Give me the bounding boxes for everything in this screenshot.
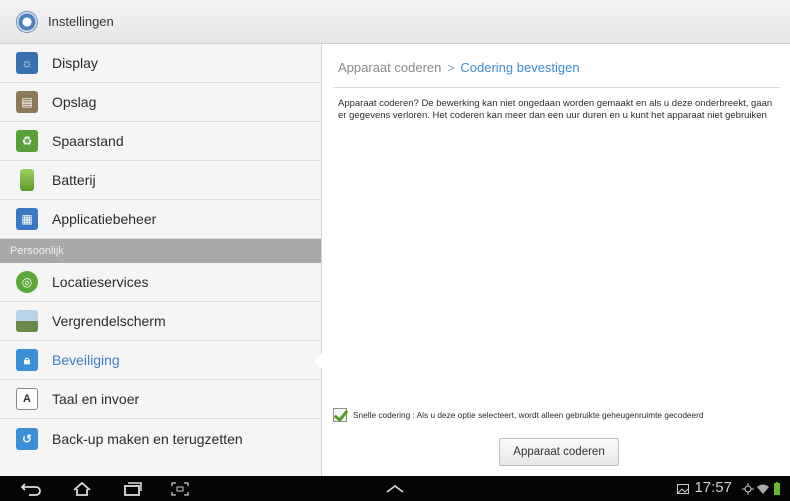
- app-title: Instellingen: [48, 14, 114, 29]
- security-icon: 🔒︎: [16, 349, 38, 371]
- settings-menu: ☼ Display ▤ Opslag ♻ Spaarstand Batterij…: [0, 44, 322, 476]
- back-icon[interactable]: [20, 480, 44, 497]
- battery-icon: [20, 169, 34, 191]
- action-bar: Instellingen: [0, 0, 790, 44]
- clock: 17:57: [694, 479, 732, 496]
- breadcrumb-current: Codering bevestigen: [460, 60, 580, 75]
- selection-pointer: [314, 353, 322, 369]
- language-icon: A: [16, 388, 38, 410]
- usb-icon: [742, 480, 754, 497]
- display-icon: ☼: [16, 52, 38, 74]
- menu-item-backup[interactable]: ↺ Back-up maken en terugzetten: [0, 419, 321, 458]
- section-header-personal: Persoonlijk: [0, 239, 321, 263]
- menu-item-label: Batterij: [52, 172, 96, 188]
- menu-item-lock-screen[interactable]: Vergrendelscherm: [0, 302, 321, 341]
- wifi-icon: [756, 480, 770, 497]
- divider: [333, 87, 780, 88]
- menu-item-location[interactable]: ◎ Locatieservices: [0, 263, 321, 302]
- menu-item-power-saving[interactable]: ♻ Spaarstand: [0, 122, 321, 161]
- home-icon[interactable]: [70, 480, 94, 497]
- menu-item-label: Vergrendelscherm: [52, 313, 166, 329]
- menu-item-security[interactable]: 🔒︎ Beveiliging: [0, 341, 322, 380]
- menu-item-language[interactable]: A Taal en invoer: [0, 380, 321, 419]
- menu-item-label: Locatieservices: [52, 274, 149, 290]
- menu-item-app-manager[interactable]: ▦ Applicatiebeheer: [0, 200, 321, 239]
- encrypt-device-button[interactable]: Apparaat coderen: [499, 438, 619, 466]
- menu-item-label: Opslag: [52, 94, 97, 110]
- power-saving-icon: ♻: [16, 130, 38, 152]
- breadcrumb-parent[interactable]: Apparaat coderen: [338, 60, 441, 75]
- menu-item-label: Back-up maken en terugzetten: [52, 430, 243, 447]
- menu-item-label: Beveiliging: [52, 352, 120, 368]
- battery-status-icon: [772, 480, 782, 497]
- fast-encryption-checkbox[interactable]: [333, 408, 347, 422]
- app-manager-icon: ▦: [16, 208, 38, 230]
- screenshot-icon[interactable]: [168, 480, 192, 497]
- breadcrumb-separator: >: [447, 60, 455, 75]
- menu-item-storage[interactable]: ▤ Opslag: [0, 83, 321, 122]
- fast-encryption-option[interactable]: Snelle codering : Als u deze optie selec…: [333, 408, 704, 422]
- menu-item-label: Spaarstand: [52, 133, 124, 149]
- menu-item-label: Applicatiebeheer: [52, 211, 157, 227]
- detail-pane: Apparaat coderen > Codering bevestigen A…: [323, 44, 790, 476]
- menu-item-label: Display: [52, 55, 98, 71]
- expand-up-icon[interactable]: [383, 480, 407, 497]
- recent-apps-icon[interactable]: [120, 480, 144, 497]
- system-bar: 17:57: [0, 476, 790, 501]
- warning-description: Apparaat coderen? De bewerking kan niet …: [338, 98, 773, 121]
- breadcrumb: Apparaat coderen > Codering bevestigen: [338, 60, 580, 75]
- location-icon: ◎: [16, 271, 38, 293]
- backup-icon: ↺: [16, 427, 38, 450]
- menu-item-label: Taal en invoer: [52, 391, 140, 407]
- menu-item-display[interactable]: ☼ Display: [0, 44, 321, 83]
- settings-icon[interactable]: [16, 10, 38, 33]
- menu-item-battery[interactable]: Batterij: [0, 161, 321, 200]
- lock-screen-icon: [16, 310, 38, 332]
- fast-encryption-label: Snelle codering : Als u deze optie selec…: [353, 410, 704, 420]
- storage-icon: ▤: [16, 91, 38, 113]
- notification-image-icon: [676, 480, 690, 497]
